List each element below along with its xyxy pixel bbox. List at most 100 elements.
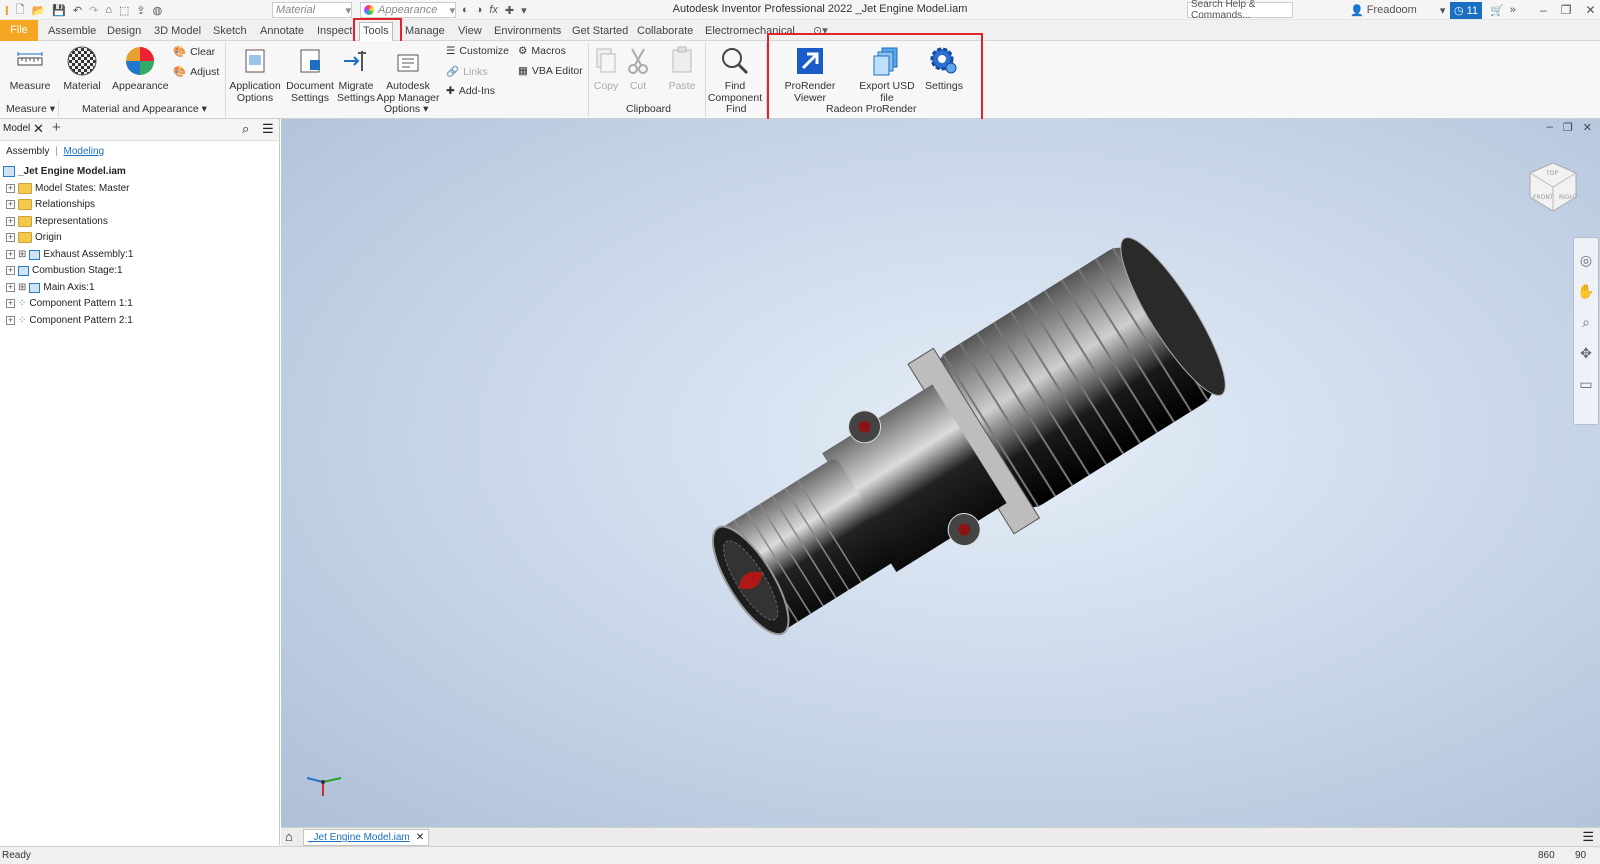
undo-icon[interactable]: ↶ — [73, 4, 82, 17]
tree-item-relationships[interactable]: + Relationships — [6, 197, 95, 212]
material-group-label[interactable]: Material and Appearance ▾ — [82, 103, 207, 115]
tree-item-model-states[interactable]: + Model States: Master — [6, 181, 129, 196]
fx-icon[interactable]: fx — [489, 4, 498, 16]
links-button[interactable]: 🔗 Links — [446, 65, 488, 79]
folder-icon — [18, 183, 32, 194]
save-icon[interactable]: 💾 — [52, 4, 66, 17]
migrate-icon — [340, 45, 372, 77]
appearance-dropdown[interactable]: Appearance ▾ — [360, 2, 456, 18]
view-assembly-link[interactable]: Assembly — [6, 146, 49, 157]
document-tab-close-icon[interactable]: ✕ — [416, 832, 424, 843]
redo-icon[interactable]: ↷ — [89, 4, 98, 17]
add-browser-tab-icon[interactable]: + — [52, 119, 61, 136]
tree-root[interactable]: _Jet Engine Model.iam — [3, 164, 126, 179]
copy-button[interactable]: Copy — [590, 45, 622, 92]
tree-item-component-pattern-1[interactable]: + ⁘ Component Pattern 1:1 — [6, 296, 133, 311]
inventor-logo-icon: I — [5, 2, 9, 18]
select-icon[interactable]: ⬚ — [119, 4, 129, 17]
home-tab-icon[interactable]: ⌂ — [285, 829, 293, 844]
tree-item-representations[interactable]: + Representations — [6, 214, 108, 229]
more-icon[interactable]: » — [1510, 4, 1516, 16]
material-dropdown[interactable]: Material ▾ — [272, 2, 352, 18]
adjust-button[interactable]: 🎨 Adjust — [173, 65, 219, 79]
search-help-input[interactable]: Search Help & Commands... — [1187, 0, 1293, 21]
customize-button[interactable]: ☰ Customize — [446, 45, 509, 57]
options-group-label[interactable]: Options ▾ — [384, 103, 428, 115]
view-cube[interactable]: TOP FRONT RIGHT — [1528, 161, 1578, 215]
title-bar: I 🗋 📂 💾 ↶ ↷ ⌂ ⬚ ⇪ ◍ Material ▾ Appearance… — [0, 0, 1600, 21]
jet-engine-model[interactable] — [651, 219, 1271, 679]
viewport-minimize-icon[interactable]: – — [1547, 121, 1553, 134]
paste-button[interactable]: Paste — [664, 45, 700, 92]
clear-appearance-icon[interactable]: ◐ — [462, 4, 469, 16]
appearance-button[interactable]: Appearance — [112, 45, 169, 92]
browser-tab-model[interactable]: Model — [3, 123, 30, 134]
zoom-icon[interactable]: ⌕ — [1582, 314, 1590, 331]
update-icon[interactable]: ⇪ — [136, 4, 145, 17]
close-browser-tab-icon[interactable]: ✕ — [33, 121, 44, 137]
vba-editor-button[interactable]: ▦ VBA Editor — [518, 65, 583, 77]
prorender-panel-highlight — [767, 33, 983, 123]
app-manager-button[interactable]: Autodesk App Manager — [376, 45, 440, 104]
measure-button[interactable]: Measure — [6, 45, 54, 92]
application-options-button[interactable]: Application Options — [228, 45, 282, 104]
open-icon[interactable]: 📂 — [31, 4, 45, 17]
tree-item-main-axis[interactable]: + ⊞ Main Axis:1 — [6, 280, 95, 295]
tab-assemble[interactable]: Assemble — [45, 23, 99, 39]
material-button[interactable]: Material — [58, 45, 106, 92]
migrate-settings-button[interactable]: Migrate Settings — [333, 45, 379, 104]
appearance-dropdown-text: Appearance — [378, 4, 438, 16]
svg-text:TOP: TOP — [1545, 170, 1558, 177]
viewport-close-icon[interactable]: ✕ — [1583, 121, 1592, 134]
tree-item-component-pattern-2[interactable]: + ⁘ Component Pattern 2:1 — [6, 313, 133, 328]
look-at-icon[interactable]: ▭ — [1579, 376, 1592, 393]
tab-environments[interactable]: Environments — [491, 23, 564, 39]
clear-button[interactable]: 🎨 Clear — [173, 45, 215, 59]
new-icon[interactable]: 🗋 — [16, 1, 25, 20]
cut-button[interactable]: Cut — [622, 45, 654, 92]
tab-get-started[interactable]: Get Started — [569, 23, 631, 39]
steering-wheel-icon[interactable]: ◎ — [1580, 252, 1592, 269]
tree-item-exhaust-assembly[interactable]: + ⊞ Exhaust Assembly:1 — [6, 247, 133, 262]
add-ins-button[interactable]: ✚ Add-Ins — [446, 85, 495, 97]
restore-icon[interactable]: ❐ — [1561, 3, 1572, 17]
svg-text:FRONT: FRONT — [1533, 194, 1554, 201]
notifications-button[interactable]: ◷ 11 — [1450, 2, 1483, 19]
macros-button[interactable]: ⚙ Macros — [518, 45, 566, 57]
browser-menu-icon[interactable]: ☰ — [262, 121, 274, 137]
document-tabs-menu-icon[interactable]: ☰ — [1582, 829, 1594, 845]
tab-inspect[interactable]: Inspect — [314, 23, 355, 39]
adjust-appearance-icon[interactable]: ◑ — [476, 4, 483, 16]
view-modeling-link[interactable]: Modeling — [64, 146, 105, 157]
tree-item-origin[interactable]: + Origin — [6, 230, 62, 245]
measure-group-label[interactable]: Measure ▾ — [6, 103, 55, 115]
add-icon[interactable]: ✚ — [505, 4, 514, 17]
links-label: Links — [463, 65, 488, 78]
pan-hand-icon[interactable]: ✋ — [1577, 283, 1594, 300]
cart-icon[interactable]: 🛒 — [1490, 4, 1504, 17]
tab-collaborate[interactable]: Collaborate — [634, 23, 696, 39]
material-label: Material — [63, 80, 101, 92]
user-account[interactable]: 👤 Freadoom ▾ — [1350, 2, 1445, 18]
document-settings-button[interactable]: Document Settings — [283, 45, 337, 104]
viewport-restore-icon[interactable]: ❐ — [1563, 121, 1573, 134]
tab-design[interactable]: Design — [104, 23, 144, 39]
tab-view[interactable]: View — [455, 23, 485, 39]
measure-label: Measure — [9, 80, 51, 92]
tab-file[interactable]: File — [0, 20, 38, 41]
orbit-icon[interactable]: ✥ — [1580, 345, 1592, 362]
home-icon[interactable]: ⌂ — [105, 4, 112, 16]
tab-manage[interactable]: Manage — [402, 23, 448, 39]
browser-search-icon[interactable]: ⌕ — [242, 121, 249, 137]
close-icon[interactable]: ✕ — [1585, 3, 1595, 17]
tab-sketch[interactable]: Sketch — [210, 23, 250, 39]
tab-annotate[interactable]: Annotate — [257, 23, 307, 39]
graphics-viewport[interactable]: – ❐ ✕ TOP FRONT RIGHT ◎ ✋ ⌕ ✥ ▭ — [281, 119, 1600, 827]
tree-item-combustion-stage[interactable]: + Combustion Stage:1 — [6, 263, 123, 278]
find-component-button[interactable]: Find Component — [707, 45, 763, 104]
tab-3d-model[interactable]: 3D Model — [151, 23, 204, 39]
minimize-icon[interactable]: – — [1540, 3, 1547, 17]
customize-qa-icon[interactable]: ▾ — [521, 4, 527, 17]
appearance-sphere-icon[interactable]: ◍ — [153, 4, 163, 17]
document-tab[interactable]: _Jet Engine Model.iam ✕ — [303, 829, 430, 846]
